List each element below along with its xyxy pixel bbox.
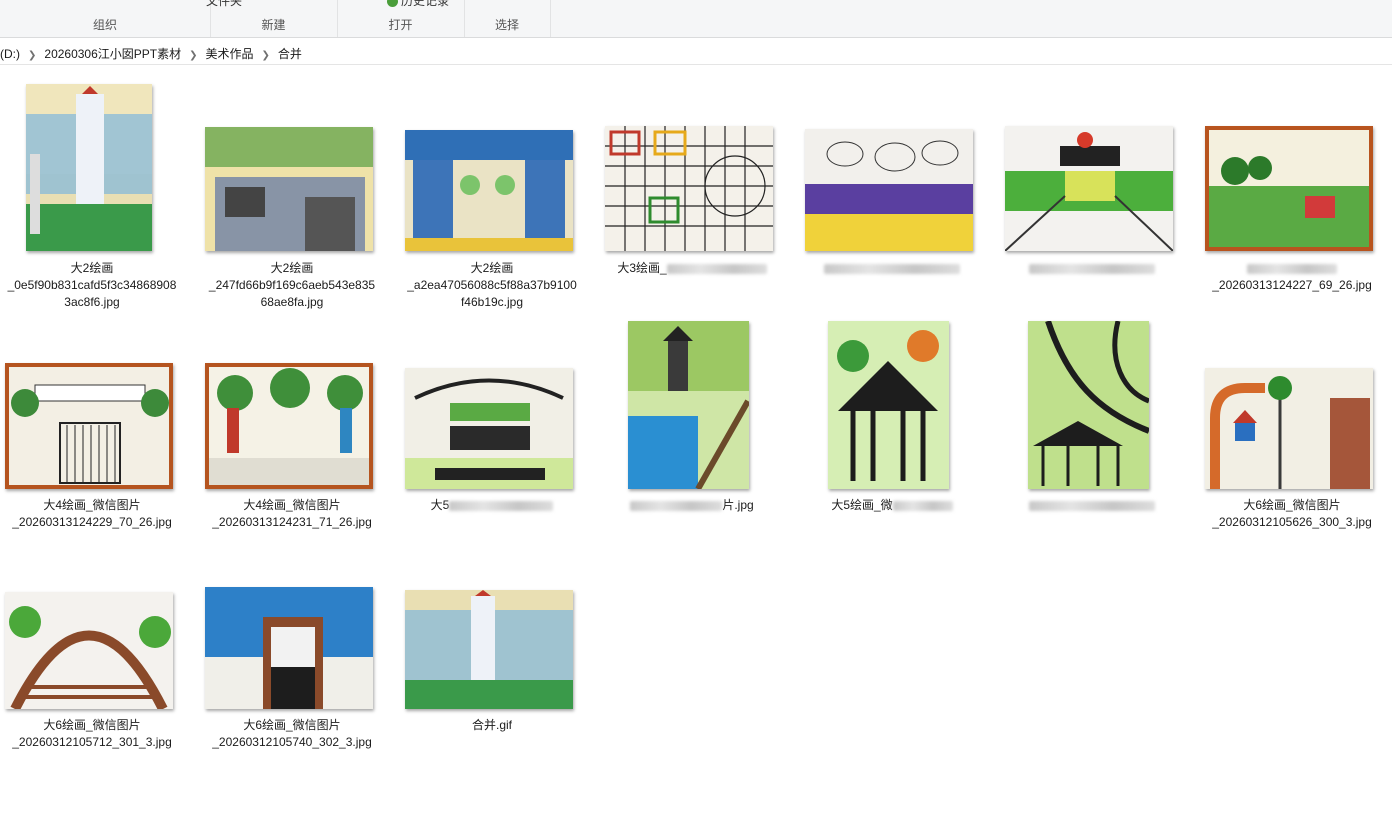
ribbon-group-label: 组织: [92, 18, 117, 32]
chevron-right-icon[interactable]: ❯: [24, 50, 40, 61]
blurred-text: [1029, 263, 1155, 274]
file-item[interactable]: 片.jpg: [592, 300, 792, 520]
file-thumbnail: [5, 592, 173, 709]
file-item[interactable]: [992, 78, 1192, 298]
file-name: 大6绘画_微信图片 _20260312105712_301_3.jpg: [12, 718, 172, 749]
ribbon-group-label: 选择: [494, 18, 519, 32]
blurred-text: [824, 263, 960, 274]
file-thumbnail: [1028, 321, 1149, 489]
file-name: [992, 260, 1192, 277]
address-bar[interactable]: (D:) ❯ 20260306江小囡PPT素材 ❯ 美术作品 ❯ 合并: [0, 41, 1392, 65]
file-name: 片.jpg: [592, 497, 792, 514]
file-name: 大5绘画_微: [792, 497, 992, 514]
ribbon-group-organize[interactable]: 组织: [0, 0, 211, 37]
file-name: 大6绘画_微信图片 _20260312105626_300_3.jpg: [1212, 498, 1372, 529]
file-thumbnail: [205, 587, 373, 709]
file-thumbnail: [828, 321, 949, 489]
file-thumbnail: [205, 363, 373, 489]
file-item[interactable]: 大2绘画 _247fd66b9f169c6aeb543e835 68ae8fa.…: [192, 78, 392, 309]
file-item[interactable]: 大2绘画 _0e5f90b831cafd5f3c34868908 3ac8f6.…: [0, 78, 192, 309]
blurred-text: [630, 500, 723, 511]
history-icon: [387, 0, 398, 8]
file-item[interactable]: 合并.gif: [392, 520, 592, 740]
file-name: 大3绘画_: [592, 260, 792, 277]
file-thumbnail: [1205, 126, 1373, 251]
breadcrumb-current[interactable]: 合并: [274, 45, 306, 62]
ribbon: 组织 文件夹 新建 历史记录 打开 选择: [0, 0, 1392, 38]
file-name: [792, 260, 992, 277]
ribbon-group-select[interactable]: 选择: [464, 0, 551, 37]
file-thumbnail: [405, 590, 573, 709]
blurred-text: [1247, 263, 1337, 274]
file-item[interactable]: 大6绘画_微信图片 _20260312105626_300_3.jpg: [1192, 300, 1392, 529]
blurred-text: [892, 500, 953, 511]
file-thumbnail: [1205, 368, 1373, 489]
file-item[interactable]: _20260313124227_69_26.jpg: [1192, 78, 1392, 298]
file-thumbnail: [1005, 126, 1173, 251]
breadcrumb: (D:) ❯ 20260306江小囡PPT素材 ❯ 美术作品 ❯ 合并: [0, 45, 306, 62]
file-thumbnail: [805, 129, 973, 251]
history-button[interactable]: 历史记录: [387, 0, 449, 9]
file-item[interactable]: 大5绘画_微: [792, 300, 992, 520]
chevron-right-icon[interactable]: ❯: [185, 50, 201, 61]
breadcrumb-drive[interactable]: (D:): [0, 47, 24, 61]
file-item[interactable]: 大3绘画_: [592, 78, 792, 298]
file-item[interactable]: 大2绘画 _a2ea47056088c5f88a37b9100 f46b19c.…: [392, 78, 592, 309]
blurred-text: [1029, 500, 1155, 511]
file-name: 大5: [392, 497, 592, 514]
blurred-text: [666, 263, 767, 274]
file-thumbnail: [628, 321, 749, 489]
file-thumbnail: [405, 130, 573, 251]
file-item[interactable]: 大6绘画_微信图片 _20260312105712_301_3.jpg: [0, 520, 192, 749]
file-name: [992, 497, 1192, 514]
file-thumbnail: [5, 363, 173, 489]
file-thumbnail: [605, 126, 773, 251]
file-name: 大6绘画_微信图片 _20260312105740_302_3.jpg: [212, 718, 372, 749]
chevron-right-icon[interactable]: ❯: [258, 50, 274, 61]
ribbon-group-label: 打开: [388, 18, 413, 32]
blurred-text: [449, 500, 554, 511]
ribbon-group-label: 新建: [261, 18, 286, 32]
file-item[interactable]: 大6绘画_微信图片 _20260312105740_302_3.jpg: [192, 520, 392, 749]
ribbon-group-open[interactable]: 历史记录 打开: [337, 0, 465, 37]
file-item[interactable]: 大5: [392, 300, 592, 520]
new-folder-button[interactable]: 文件夹: [206, 0, 242, 9]
file-name: _20260313124227_69_26.jpg: [1192, 260, 1392, 294]
file-thumbnail: [405, 368, 573, 489]
file-thumbnail: [26, 84, 152, 251]
file-thumbnail: [205, 127, 373, 251]
file-item[interactable]: [792, 78, 992, 298]
file-name: 合并.gif: [471, 718, 512, 732]
breadcrumb-folder[interactable]: 美术作品: [202, 45, 258, 62]
history-label: 历史记录: [401, 0, 450, 8]
file-item[interactable]: [992, 300, 1192, 520]
ribbon-group-new[interactable]: 文件夹 新建: [206, 0, 338, 37]
file-item[interactable]: 大4绘画_微信图片 _20260313124229_70_26.jpg: [0, 300, 192, 529]
file-item[interactable]: 大4绘画_微信图片 _20260313124231_71_26.jpg: [192, 300, 392, 529]
breadcrumb-folder[interactable]: 20260306江小囡PPT素材: [40, 45, 185, 62]
